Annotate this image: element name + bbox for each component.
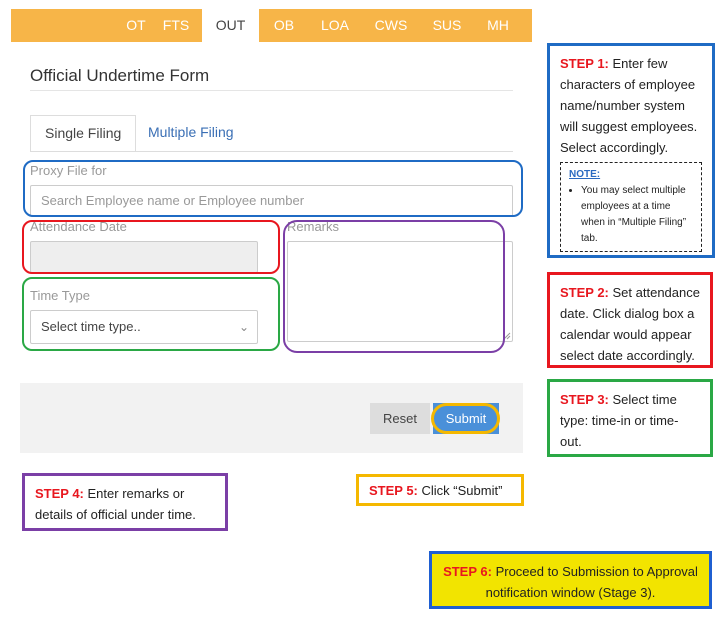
nav-tab-mh[interactable]: MH [473,9,523,42]
step4-box: STEP 4: Enter remarks or details of offi… [22,473,228,531]
step2-label: STEP 2: [560,285,609,300]
step6-box: STEP 6: Proceed to Submission to Approva… [429,551,712,609]
note-box: NOTE: You may select multiple employees … [560,162,702,252]
tab-single-filing[interactable]: Single Filing [30,115,137,152]
nav-tab-cws[interactable]: CWS [366,9,416,42]
step1-label: STEP 1: [560,56,609,71]
tabs-divider [30,151,513,152]
nav-tab-loa[interactable]: LOA [310,9,360,42]
step3-highlight [22,277,280,351]
step4-label: STEP 4: [35,486,84,501]
note-title: NOTE: [569,169,601,180]
note-text: You may select multiple employees at a t… [581,183,693,247]
step5-box: STEP 5: Click “Submit” [356,474,524,506]
module-nav-bar: OT FTS OUT OB LOA CWS SUS MH [11,9,532,42]
step2-box: STEP 2: Set attendance date. Click dialo… [547,272,713,368]
nav-tab-ob[interactable]: OB [259,9,309,42]
nav-tab-fts[interactable]: FTS [151,9,201,42]
step2-highlight [22,220,280,274]
nav-tab-out[interactable]: OUT [202,9,259,42]
step6-label: STEP 6: [443,564,492,579]
step3-box: STEP 3: Select time type: time-in or tim… [547,379,713,457]
step3-label: STEP 3: [560,392,609,407]
step4-highlight [283,220,505,353]
step5-highlight [431,403,500,434]
title-divider [30,90,513,91]
step5-text: Click “Submit” [421,483,503,498]
tab-multiple-filing[interactable]: Multiple Filing [134,115,248,152]
form-title: Official Undertime Form [30,66,210,85]
step5-label: STEP 5: [369,483,418,498]
step1-box: STEP 1: Enter few characters of employee… [547,43,715,258]
step1-highlight [23,160,523,217]
step6-text: Proceed to Submission to Approval notifi… [485,564,698,600]
nav-tab-sus[interactable]: SUS [422,9,472,42]
reset-button[interactable]: Reset [370,403,430,434]
